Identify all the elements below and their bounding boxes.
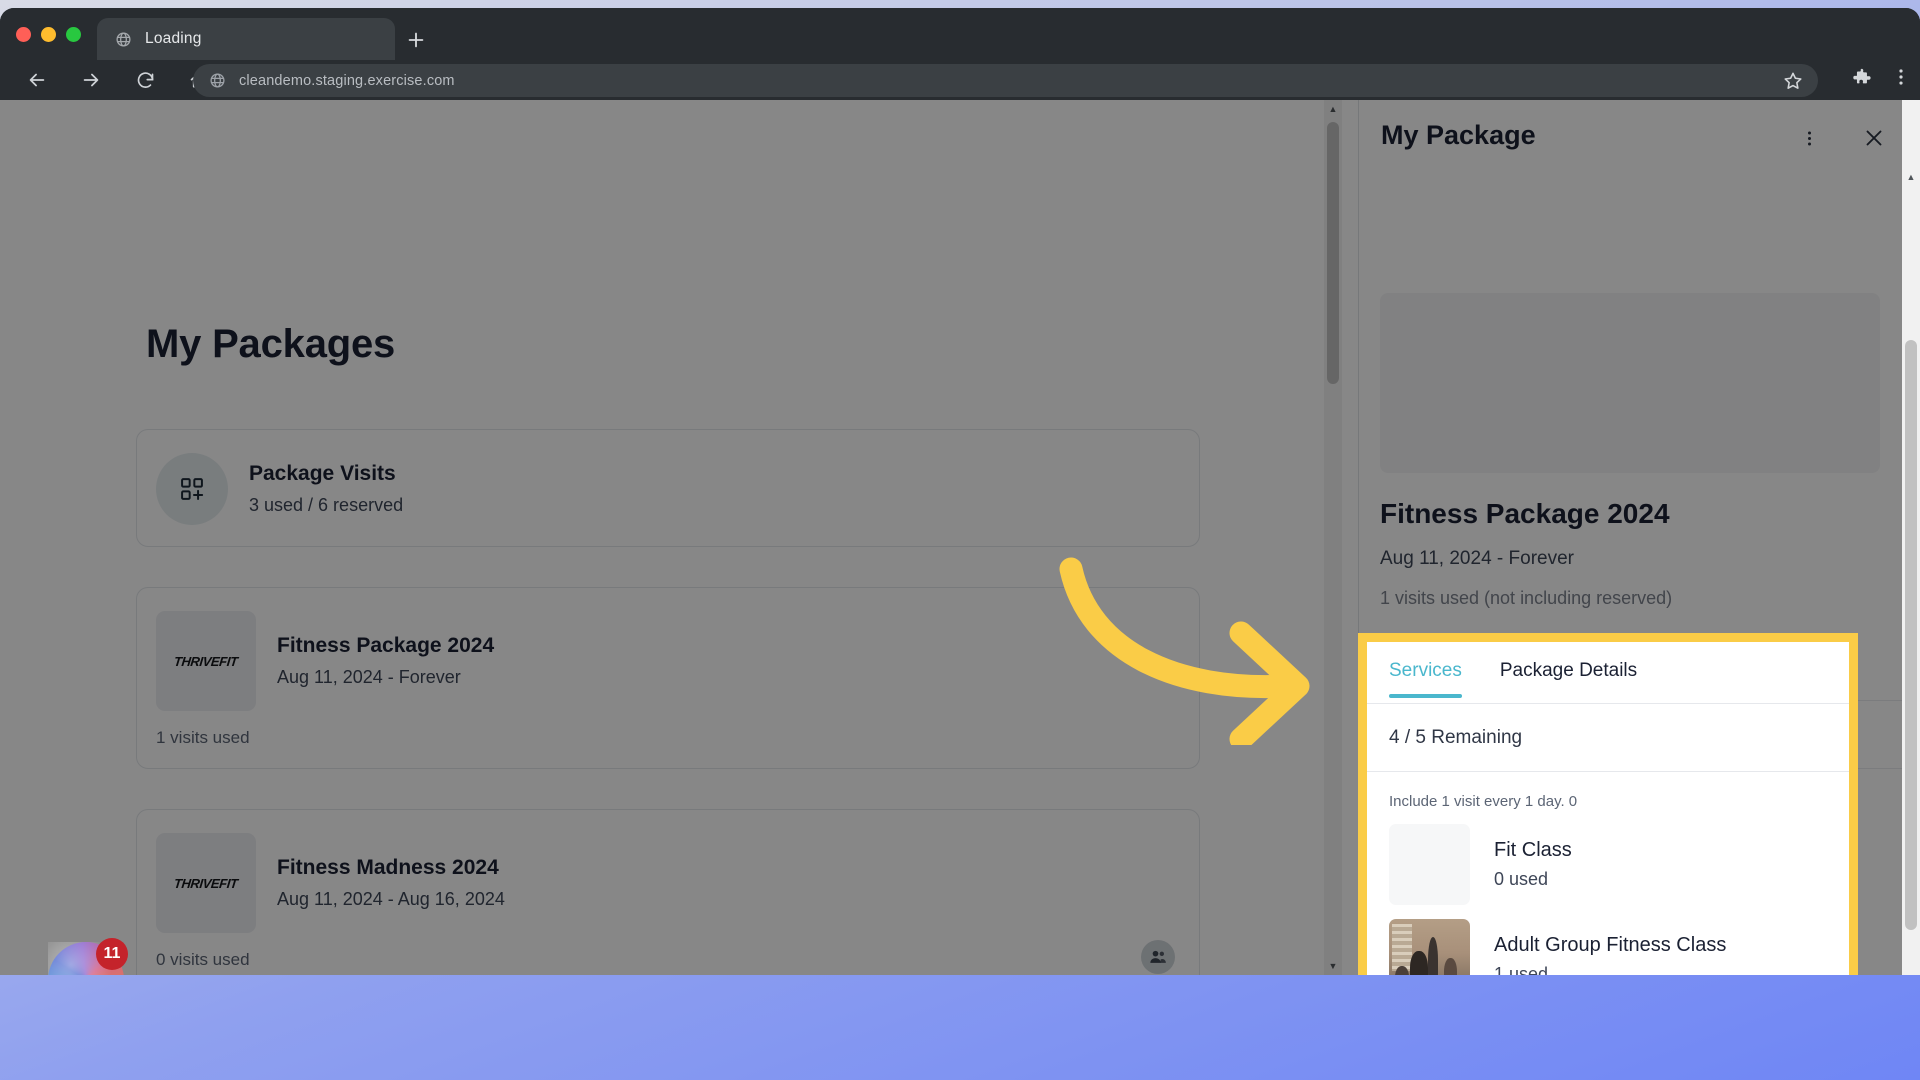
card-content: Package Visits 3 used / 6 reserved xyxy=(156,453,403,525)
card-title: Fitness Madness 2024 xyxy=(277,856,499,879)
service-name: Adult Group Fitness Class xyxy=(1494,934,1727,956)
tab-strip: Loading xyxy=(0,8,1920,60)
panel-tabs: Services Package Details xyxy=(1367,642,1849,704)
globe-icon xyxy=(210,73,225,88)
service-thumbnail-placeholder xyxy=(1389,824,1470,905)
browser-toolbar: cleandemo.staging.exercise.com xyxy=(0,60,1920,100)
close-window-button[interactable] xyxy=(16,27,31,42)
puzzle-icon[interactable] xyxy=(1852,66,1874,88)
card-footer: 0 visits used xyxy=(156,950,250,969)
page-viewport: My Packages Package Visits 3 used / 6 re… xyxy=(0,100,1920,975)
service-used: 0 used xyxy=(1494,869,1549,889)
page-title: My Packages xyxy=(146,322,396,366)
close-icon[interactable] xyxy=(1862,126,1886,150)
tab-package-details[interactable]: Package Details xyxy=(1500,660,1637,698)
card-subtitle: 3 used / 6 reserved xyxy=(249,495,404,515)
forward-button[interactable] xyxy=(78,67,104,93)
browser-window: Loading cleandemo.staging.exercise.com M… xyxy=(0,8,1920,975)
package-hero-image xyxy=(1380,293,1880,473)
arrow-left-icon xyxy=(29,73,45,87)
arrow-right-icon xyxy=(83,73,99,87)
card-content: THRIVEFIT Fitness Package 2024 Aug 11, 2… xyxy=(156,611,494,711)
card-text: Fitness Package 2024 Aug 11, 2024 - Fore… xyxy=(277,634,494,688)
new-tab-button[interactable] xyxy=(405,29,427,51)
my-packages-page: My Packages Package Visits 3 used / 6 re… xyxy=(0,100,1342,975)
tab-title: Loading xyxy=(145,30,202,47)
service-list-item[interactable]: Adult Group Fitness Class 1 used xyxy=(1367,905,1849,975)
package-visits-icon xyxy=(156,453,228,525)
include-note: Include 1 visit every 1 day. 0 xyxy=(1389,793,1578,810)
scroll-down-arrow-icon[interactable]: ▼ xyxy=(1324,957,1342,975)
toolbar-right-actions xyxy=(1852,66,1912,88)
card-title: Package Visits xyxy=(249,462,396,485)
curved-arrow-right-icon xyxy=(1059,557,1310,745)
panel-package-title: Fitness Package 2024 xyxy=(1380,498,1670,529)
globe-icon xyxy=(116,31,131,47)
kebab-menu-icon[interactable] xyxy=(1890,66,1912,88)
card-title: Fitness Package 2024 xyxy=(277,634,495,657)
app-orb-icon[interactable]: 11 xyxy=(48,938,128,975)
package-thumbnail: THRIVEFIT xyxy=(156,611,256,711)
address-bar[interactable]: cleandemo.staging.exercise.com xyxy=(193,64,1818,97)
notification-count-badge[interactable]: 11 xyxy=(96,938,128,970)
panel-package-visits: 1 visits used (not including reserved) xyxy=(1380,588,1673,608)
thrivefit-logo: THRIVEFIT xyxy=(173,653,239,669)
service-used: 1 used xyxy=(1494,964,1549,975)
panel-scrollbar[interactable]: ▲ xyxy=(1902,100,1920,975)
package-card-fitness-madness-2024[interactable]: THRIVEFIT Fitness Madness 2024 Aug 11, 2… xyxy=(136,809,1200,975)
package-card-fitness-package-2024[interactable]: THRIVEFIT Fitness Package 2024 Aug 11, 2… xyxy=(136,587,1200,769)
browser-tab[interactable]: Loading xyxy=(97,18,395,60)
thrivefit-logo: THRIVEFIT xyxy=(173,875,239,891)
card-content: THRIVEFIT Fitness Madness 2024 Aug 11, 2… xyxy=(156,833,505,933)
scroll-up-arrow-icon[interactable]: ▲ xyxy=(1902,168,1920,186)
card-text: Package Visits 3 used / 6 reserved xyxy=(249,462,403,516)
scrollbar-thumb[interactable] xyxy=(1905,340,1917,930)
package-thumbnail: THRIVEFIT xyxy=(156,833,256,933)
back-button[interactable] xyxy=(24,67,50,93)
services-tab-highlight: Services Package Details 4 / 5 Remaining… xyxy=(1358,633,1858,975)
card-subtitle: Aug 11, 2024 - Forever xyxy=(277,667,461,687)
service-list-item[interactable]: Fit Class 0 used xyxy=(1367,810,1849,905)
scroll-up-arrow-icon[interactable]: ▲ xyxy=(1324,100,1342,118)
reload-icon xyxy=(137,71,153,88)
gym-photo xyxy=(1389,919,1470,975)
address-bar-url: cleandemo.staging.exercise.com xyxy=(239,72,455,89)
minimize-window-button[interactable] xyxy=(41,27,56,42)
star-icon[interactable] xyxy=(1782,70,1804,92)
service-name: Fit Class xyxy=(1494,839,1572,861)
service-text: Fit Class 0 used xyxy=(1494,839,1572,890)
window-traffic-lights xyxy=(16,27,81,42)
tab-services[interactable]: Services xyxy=(1389,660,1462,698)
service-thumbnail-gym-photo xyxy=(1389,919,1470,975)
panel-title: My Package xyxy=(1381,119,1536,150)
remaining-count: 4 / 5 Remaining xyxy=(1367,704,1849,772)
card-text: Fitness Madness 2024 Aug 11, 2024 - Aug … xyxy=(277,856,505,910)
panel-package-dates: Aug 11, 2024 - Forever xyxy=(1380,548,1574,569)
group-people-icon[interactable] xyxy=(1141,940,1175,974)
service-text: Adult Group Fitness Class 1 used xyxy=(1494,934,1726,975)
maximize-window-button[interactable] xyxy=(66,27,81,42)
card-footer: 1 visits used xyxy=(156,728,250,747)
card-subtitle: Aug 11, 2024 - Aug 16, 2024 xyxy=(277,889,505,909)
panel-header-actions xyxy=(1800,126,1886,150)
reload-button[interactable] xyxy=(132,67,158,93)
scrollbar-thumb[interactable] xyxy=(1327,122,1339,384)
package-visits-card[interactable]: Package Visits 3 used / 6 reserved xyxy=(136,429,1200,547)
content-scrollbar[interactable]: ▲ ▼ xyxy=(1324,100,1342,975)
kebab-menu-icon[interactable] xyxy=(1800,129,1819,148)
